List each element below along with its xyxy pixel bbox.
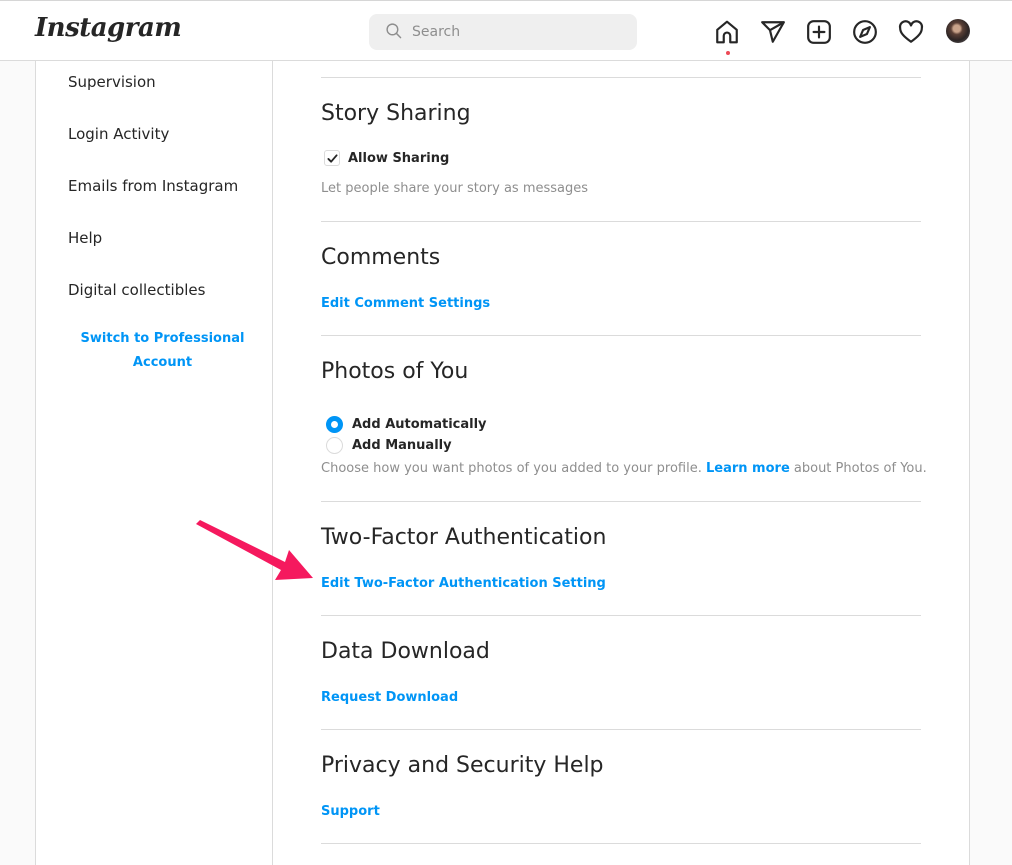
direct-message-icon[interactable] — [760, 19, 786, 45]
sidebar-item-login-activity[interactable]: Login Activity — [68, 125, 169, 143]
allow-sharing-checkbox-row[interactable]: Allow Sharing — [324, 150, 449, 166]
edit-comment-settings-link[interactable]: Edit Comment Settings — [321, 296, 490, 311]
sidebar-item-emails-from-instagram[interactable]: Emails from Instagram — [68, 177, 238, 195]
add-manually-label: Add Manually — [352, 438, 452, 453]
edit-two-factor-link[interactable]: Edit Two-Factor Authentication Setting — [321, 576, 606, 591]
instagram-logo[interactable]: Instagram — [35, 13, 182, 43]
add-manually-radio[interactable] — [326, 437, 343, 454]
sidebar-item-supervision[interactable]: Supervision — [68, 73, 156, 91]
settings-container: Supervision Login Activity Emails from I… — [35, 61, 970, 865]
add-automatically-label: Add Automatically — [352, 417, 487, 432]
explore-icon[interactable] — [852, 19, 878, 45]
photos-of-you-description: Choose how you want photos of you added … — [321, 461, 927, 476]
profile-avatar[interactable] — [946, 19, 970, 43]
support-link[interactable]: Support — [321, 804, 380, 819]
section-divider — [321, 221, 921, 222]
data-download-title: Data Download — [321, 639, 490, 664]
sidebar-item-help[interactable]: Help — [68, 229, 102, 247]
activity-heart-icon[interactable] — [898, 19, 924, 45]
sidebar-item-digital-collectibles[interactable]: Digital collectibles — [68, 281, 205, 299]
section-divider — [321, 729, 921, 730]
section-divider — [321, 77, 921, 78]
story-sharing-title: Story Sharing — [321, 101, 471, 126]
privacy-help-title: Privacy and Security Help — [321, 753, 604, 778]
photos-of-you-title: Photos of You — [321, 359, 469, 384]
switch-to-professional-link[interactable]: Switch to Professional Account — [36, 327, 289, 375]
allow-sharing-label: Allow Sharing — [348, 150, 450, 166]
add-automatically-option[interactable]: Add Automatically — [326, 416, 487, 433]
comments-title: Comments — [321, 245, 441, 270]
search-input[interactable] — [412, 24, 612, 40]
allow-sharing-checkbox[interactable] — [324, 150, 340, 166]
two-factor-title: Two-Factor Authentication — [321, 525, 607, 550]
new-post-icon[interactable] — [806, 19, 832, 45]
add-automatically-radio[interactable] — [326, 416, 343, 433]
section-divider — [321, 501, 921, 502]
notification-dot — [726, 51, 730, 55]
search-icon — [385, 22, 402, 43]
add-manually-option[interactable]: Add Manually — [326, 437, 452, 454]
switch-professional-line2: Account — [132, 355, 193, 370]
section-divider — [321, 615, 921, 616]
search-box[interactable] — [369, 14, 637, 50]
section-divider — [321, 843, 921, 844]
story-sharing-description: Let people share your story as messages — [321, 181, 589, 196]
description-text-end: about Photos of You. — [789, 461, 927, 476]
description-text: Choose how you want photos of you added … — [321, 461, 706, 476]
section-divider — [321, 335, 921, 336]
request-download-link[interactable]: Request Download — [321, 690, 458, 705]
top-navigation-bar: Instagram — [0, 0, 1012, 61]
learn-more-link[interactable]: Learn more — [706, 461, 790, 476]
checkmark-icon — [326, 153, 338, 163]
settings-sidebar: Supervision Login Activity Emails from I… — [36, 61, 273, 865]
switch-professional-line1: Switch to Professional — [80, 331, 245, 346]
home-icon[interactable] — [714, 19, 740, 45]
